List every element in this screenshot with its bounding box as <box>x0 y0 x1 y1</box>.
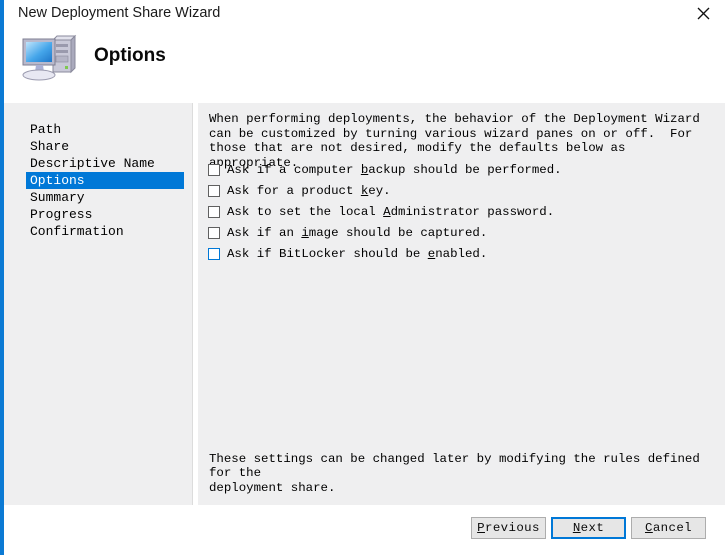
checkbox-backup[interactable] <box>208 163 220 176</box>
sidebar-item-progress[interactable]: Progress <box>26 206 184 223</box>
wizard-steps-sidebar: Path Share Descriptive Name Options Summ… <box>4 103 193 505</box>
checkbox-admin-password[interactable] <box>208 205 220 218</box>
checkbox-product-key[interactable] <box>208 184 220 197</box>
title-bar: New Deployment Share Wizard <box>4 0 725 26</box>
wizard-body: Path Share Descriptive Name Options Summ… <box>4 103 725 508</box>
option-label-capture-image: Ask if an image should be captured. <box>227 225 488 240</box>
option-row-backup[interactable]: Ask if a computer backup should be perfo… <box>208 159 719 180</box>
close-icon[interactable] <box>681 0 725 26</box>
sidebar-item-descriptive-name[interactable]: Descriptive Name <box>26 155 184 172</box>
option-label-bitlocker: Ask if BitLocker should be enabled. <box>227 246 488 261</box>
sidebar-item-summary[interactable]: Summary <box>26 189 184 206</box>
wizard-window: New Deployment Share Wizard Options Path… <box>0 0 725 555</box>
sidebar-item-share[interactable]: Share <box>26 138 184 155</box>
option-row-bitlocker[interactable]: Ask if BitLocker should be enabled. <box>208 243 719 264</box>
window-title: New Deployment Share Wizard <box>18 5 221 21</box>
option-label-backup: Ask if a computer backup should be perfo… <box>227 162 562 177</box>
options-checkbox-list: Ask if a computer backup should be perfo… <box>208 159 719 264</box>
content-panel: When performing deployments, the behavio… <box>198 103 725 505</box>
sidebar-item-options[interactable]: Options <box>26 172 184 189</box>
page-header: Options <box>4 26 725 103</box>
cancel-button[interactable]: Cancel <box>631 517 706 539</box>
option-label-product-key: Ask for a product key. <box>227 183 391 198</box>
page-title: Options <box>94 45 166 66</box>
button-bar: Previous Next Cancel <box>4 508 725 555</box>
previous-button[interactable]: Previous <box>471 517 546 539</box>
option-label-admin-password: Ask to set the local Administrator passw… <box>227 204 555 219</box>
settings-note: These settings can be changed later by m… <box>209 451 700 495</box>
sidebar-item-confirmation[interactable]: Confirmation <box>26 223 184 240</box>
computer-icon <box>17 31 79 85</box>
option-row-product-key[interactable]: Ask for a product key. <box>208 180 719 201</box>
option-row-admin-password[interactable]: Ask to set the local Administrator passw… <box>208 201 719 222</box>
sidebar-item-path[interactable]: Path <box>26 121 184 138</box>
next-button[interactable]: Next <box>551 517 626 539</box>
checkbox-bitlocker[interactable] <box>208 247 220 260</box>
option-row-capture-image[interactable]: Ask if an image should be captured. <box>208 222 719 243</box>
checkbox-capture-image[interactable] <box>208 226 220 239</box>
